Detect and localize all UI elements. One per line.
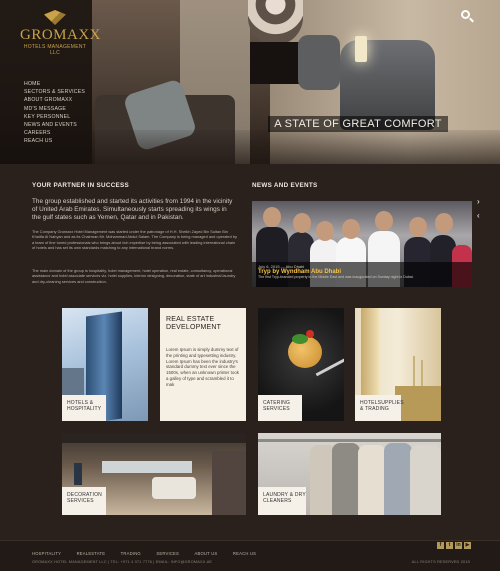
nav-reach-us[interactable]: REACH US — [24, 137, 85, 145]
card-catering[interactable]: CATERING SERVICES — [258, 308, 344, 421]
youtube-icon[interactable]: ▶ — [464, 542, 471, 549]
card-realestate-title: REAL ESTATE DEVELOPMENT — [166, 316, 222, 332]
footer-nav: HOSPITALITY REALESTATE TRADING SERVICES … — [32, 542, 267, 560]
main-nav: HOME SECTORS & SERVICES ABOUT GROMAXX MD… — [24, 80, 85, 146]
footer-contact: GROMAXX HOTEL MANAGEMENT LLC | TEL: +971… — [32, 560, 213, 564]
card-decoration-label: DECORATION SERVICES — [62, 487, 106, 515]
footer-link-services[interactable]: SERVICES — [156, 551, 179, 556]
footer-link-realestate[interactable]: REALESTATE — [77, 551, 106, 556]
nav-home[interactable]: HOME — [24, 80, 85, 88]
nav-about[interactable]: ABOUT GROMAXX — [24, 96, 85, 104]
news-caption: July 6, 2015 — Abu Dhabi Tryp by Wyndham… — [252, 262, 472, 287]
linkedin-icon[interactable]: in — [455, 542, 462, 549]
twitter-icon[interactable]: t — [446, 542, 453, 549]
hero-chair-small — [298, 35, 340, 90]
partner-paragraph-2: The main domain of the group is hospital… — [32, 268, 236, 284]
footer-link-reach[interactable]: REACH US — [233, 551, 256, 556]
logo[interactable]: GROMAXX HOTELS MANAGEMENT LLC — [20, 10, 102, 56]
nav-sectors[interactable]: SECTORS & SERVICES — [24, 88, 85, 96]
nav-news[interactable]: NEWS AND EVENTS — [24, 121, 85, 129]
footer-link-trading[interactable]: TRADING — [121, 551, 141, 556]
chevron-right-icon[interactable]: › — [477, 198, 480, 206]
hero-lamp — [355, 36, 367, 62]
search-icon[interactable] — [461, 10, 475, 24]
nav-careers[interactable]: CAREERS — [24, 129, 85, 137]
partner-paragraph-1: The Company Gromaxx Hotel Management was… — [32, 229, 237, 251]
social-links: f t in ▶ — [437, 542, 471, 549]
card-supplies[interactable]: HOTELSUPPLIES & TRADING — [355, 308, 441, 421]
card-catering-label: CATERING SERVICES — [258, 395, 302, 421]
footer-link-about[interactable]: ABOUT US — [195, 551, 218, 556]
partner-lead: The group established and started its ac… — [32, 198, 233, 221]
nav-md-message[interactable]: MD'S MESSAGE — [24, 105, 85, 113]
card-realestate-text: Lorem Ipsum is simply dummy text of the … — [166, 347, 239, 387]
logo-subtitle: HOTELS MANAGEMENT LLC — [23, 44, 87, 56]
card-decoration[interactable]: DECORATION SERVICES — [62, 433, 246, 515]
card-laundry-label: LAUNDRY & DRY CLEANERS — [258, 487, 306, 515]
card-hotels[interactable]: HOTELS & HOSPITALITY — [62, 308, 148, 421]
nav-key-personnel[interactable]: KEY PERSONNEL — [24, 113, 85, 121]
crown-icon — [44, 10, 66, 25]
facebook-icon[interactable]: f — [437, 542, 444, 549]
partner-title: YOUR PARTNER IN SUCCESS — [32, 182, 130, 189]
footer-rights: ALL RIGHTS RESERVED 2015 — [411, 560, 470, 564]
news-summary: The first Tryp-branded property in the M… — [258, 275, 414, 279]
card-laundry[interactable]: LAUNDRY & DRY CLEANERS — [258, 433, 441, 515]
chevron-left-icon[interactable]: ‹ — [477, 212, 480, 220]
footer-link-hospitality[interactable]: HOSPITALITY — [32, 551, 61, 556]
card-hotels-label: HOTELS & HOSPITALITY — [62, 395, 106, 421]
card-realestate[interactable]: REAL ESTATE DEVELOPMENT Lorem Ipsum is s… — [160, 308, 246, 421]
logo-name: GROMAXX — [20, 27, 102, 43]
hero-tagline: A STATE OF GREAT COMFORT — [268, 116, 448, 132]
news-title: NEWS AND EVENTS — [252, 182, 318, 189]
card-supplies-label: HOTELSUPPLIES & TRADING — [355, 395, 404, 421]
